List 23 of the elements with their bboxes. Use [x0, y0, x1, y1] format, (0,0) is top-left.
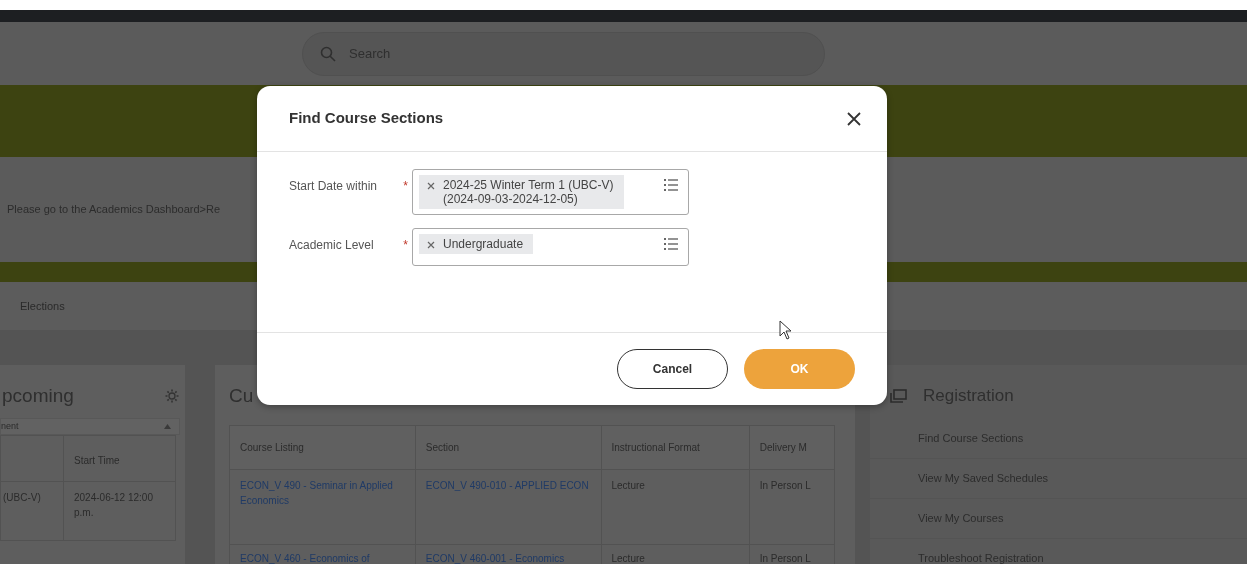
chip-text: 2024-25 Winter Term 1 (UBC-V) — [443, 178, 614, 192]
caret-up-icon — [164, 424, 171, 429]
dialog-title: Find Course Sections — [289, 108, 444, 129]
list-icon[interactable] — [664, 179, 678, 191]
list-icon[interactable] — [664, 238, 678, 250]
ok-button[interactable]: OK — [744, 349, 855, 389]
course-link[interactable]: ECON_V 490-010 - APPLIED ECON — [425, 478, 591, 493]
field-label: Start Date within — [289, 178, 378, 195]
field-label: Academic Level — [289, 237, 374, 254]
chip-text: (2024-09-03-2024-12-05) — [443, 192, 579, 206]
close-button[interactable] — [845, 109, 863, 128]
required-mark: * — [403, 178, 409, 195]
cursor-icon — [779, 320, 793, 340]
multiselect-field[interactable]: Undergraduate — [412, 228, 689, 266]
windows-icon — [890, 389, 907, 403]
remove-icon[interactable] — [427, 241, 435, 249]
chip-text: Undergraduate — [443, 237, 524, 251]
required-mark: * — [403, 237, 409, 254]
cancel-button[interactable]: Cancel — [617, 349, 728, 389]
multiselect-field[interactable]: 2024-25 Winter Term 1 (UBC-V) (2024-09-03-2024-12-05) — [412, 169, 689, 215]
remove-icon[interactable] — [427, 182, 435, 190]
search-icon — [320, 45, 336, 62]
gear-icon — [164, 388, 180, 404]
